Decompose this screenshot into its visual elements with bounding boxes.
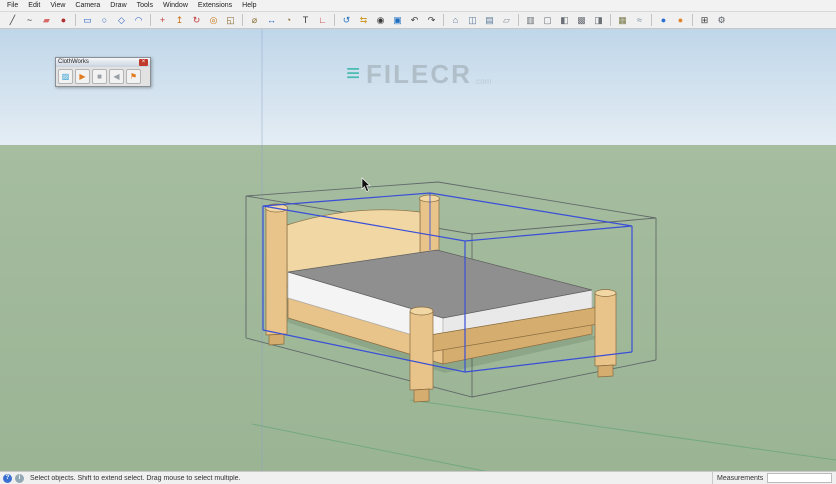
menu-file[interactable]: File xyxy=(2,0,23,11)
measurements-section: Measurements xyxy=(712,472,836,484)
toolbar-separator xyxy=(692,14,693,26)
toolbar-separator xyxy=(150,14,151,26)
shaded-style-icon[interactable]: ◧ xyxy=(557,13,572,27)
filecr-watermark: ≡ FILECR .com xyxy=(346,60,491,88)
freehand-tool-icon[interactable]: ~ xyxy=(22,13,37,27)
filecr-logo-icon: ≡ xyxy=(346,60,361,87)
shadows-toggle-icon[interactable]: ▦ xyxy=(615,13,630,27)
pan-tool-icon[interactable]: ⇆ xyxy=(356,13,371,27)
preferences-gear-icon[interactable]: ⚙ xyxy=(714,13,729,27)
toolbar-separator xyxy=(242,14,243,26)
wireframe-style-icon[interactable]: ▥ xyxy=(523,13,538,27)
measurements-box[interactable] xyxy=(767,473,832,483)
zoom-region-icon[interactable]: ⊞ xyxy=(697,13,712,27)
pin-vertices-button[interactable]: ⚑ xyxy=(126,69,141,84)
menu-view[interactable]: View xyxy=(45,0,70,11)
filecr-logo-suffix: .com xyxy=(473,77,492,86)
viewport[interactable]: ≡ FILECR .com ClothWorks × ▨ ▶ ■ ◀ ⚑ xyxy=(0,28,836,472)
green-axis-line-left xyxy=(251,423,492,472)
model-scene xyxy=(245,28,836,472)
circle-tool-icon[interactable]: ○ xyxy=(97,13,112,27)
previous-view-icon[interactable]: ↶ xyxy=(407,13,422,27)
foot-post-left-cap xyxy=(409,306,434,316)
move-tool-icon[interactable]: + xyxy=(155,13,170,27)
menu-camera[interactable]: Camera xyxy=(70,0,105,11)
polygon-tool-icon[interactable]: ◇ xyxy=(114,13,129,27)
cloth-sphere-orange-icon[interactable]: ● xyxy=(673,13,688,27)
headboard-post-left xyxy=(265,207,288,336)
run-simulation-button[interactable]: ▶ xyxy=(75,69,90,84)
hidden-line-style-icon[interactable]: ▢ xyxy=(540,13,555,27)
clothworks-palette: ClothWorks × ▨ ▶ ■ ◀ ⚑ xyxy=(55,57,151,87)
arc-tool-icon[interactable]: ◠ xyxy=(131,13,146,27)
toolbar-separator xyxy=(651,14,652,26)
foot-post-right-cap xyxy=(594,289,617,297)
menu-bar: File Edit View Camera Draw Tools Window Extensi… xyxy=(0,0,836,12)
headboard-post-left-foot xyxy=(268,333,285,346)
push-pull-tool-icon[interactable]: ↥ xyxy=(172,13,187,27)
foot-post-right-foot xyxy=(597,364,614,378)
fog-toggle-icon[interactable]: ≈ xyxy=(632,13,647,27)
zoom-extents-icon[interactable]: ▣ xyxy=(390,13,405,27)
menu-edit[interactable]: Edit xyxy=(23,0,45,11)
top-view-icon[interactable]: ▤ xyxy=(482,13,497,27)
main-toolbar: ╱ ~ ▰ ● ▭ ○ ◇ ◠ + ↥ ↻ ◎ ◱ ⌀ ↔ ◔ T ∟ ↺ ⇆ ◉ ▣ ↶ ↷ ⌂ ◫ ▤ ▱ ▥ ▢ ◧ ▩ ◨ ▦ ≈ ● ● ⊞ ⚙ xyxy=(0,12,836,29)
clothworks-titlebar[interactable]: ClothWorks × xyxy=(56,58,150,67)
toolbar-separator xyxy=(443,14,444,26)
iso-view-icon[interactable]: ◫ xyxy=(465,13,480,27)
green-axis-line-right xyxy=(409,399,836,461)
status-message: Select objects. Shift to extend select. … xyxy=(30,474,241,482)
menu-tools[interactable]: Tools xyxy=(132,0,158,11)
clothworks-title: ClothWorks xyxy=(58,59,89,65)
scale-tool-icon[interactable]: ◱ xyxy=(223,13,238,27)
eraser-tool-icon[interactable]: ▰ xyxy=(39,13,54,27)
orbit-tool-icon[interactable]: ↺ xyxy=(339,13,354,27)
toolbar-separator xyxy=(610,14,611,26)
info-status-icon[interactable]: i xyxy=(15,473,24,483)
line-tool-icon[interactable]: ╱ xyxy=(5,13,20,27)
foot-post-left-foot xyxy=(413,388,430,403)
text-tool-icon[interactable]: T xyxy=(298,13,313,27)
cloth-tool-button[interactable]: ▨ xyxy=(58,69,73,84)
cloth-sphere-blue-icon[interactable]: ● xyxy=(656,13,671,27)
step-back-button[interactable]: ◀ xyxy=(109,69,124,84)
zoom-tool-icon[interactable]: ◉ xyxy=(373,13,388,27)
axes-tool-icon[interactable]: ∟ xyxy=(315,13,330,27)
foot-post-left xyxy=(409,310,434,391)
clothworks-button-row: ▨ ▶ ■ ◀ ⚑ xyxy=(56,67,150,86)
mouse-cursor xyxy=(361,177,371,192)
rectangle-tool-icon[interactable]: ▭ xyxy=(80,13,95,27)
tape-measure-icon[interactable]: ⌀ xyxy=(247,13,262,27)
paint-bucket-icon[interactable]: ● xyxy=(56,13,71,27)
measurements-label: Measurements xyxy=(717,474,764,482)
rotate-tool-icon[interactable]: ↻ xyxy=(189,13,204,27)
monochrome-style-icon[interactable]: ◨ xyxy=(591,13,606,27)
menu-help[interactable]: Help xyxy=(237,0,261,11)
menu-window[interactable]: Window xyxy=(158,0,193,11)
toolbar-separator xyxy=(334,14,335,26)
menu-draw[interactable]: Draw xyxy=(105,0,131,11)
section-plane-icon[interactable]: ▱ xyxy=(499,13,514,27)
offset-tool-icon[interactable]: ◎ xyxy=(206,13,221,27)
menu-extensions[interactable]: Extensions xyxy=(193,0,237,11)
status-icons: ? i xyxy=(0,473,24,483)
front-view-icon[interactable]: ⌂ xyxy=(448,13,463,27)
status-bar: ? i Select objects. Shift to extend selec… xyxy=(0,471,836,484)
protractor-tool-icon[interactable]: ◔ xyxy=(281,13,296,27)
toolbar-separator xyxy=(75,14,76,26)
textured-style-icon[interactable]: ▩ xyxy=(574,13,589,27)
stop-simulation-button[interactable]: ■ xyxy=(92,69,107,84)
filecr-logo-text: FILECR xyxy=(366,59,472,89)
help-status-icon[interactable]: ? xyxy=(3,473,12,483)
clothworks-close-button[interactable]: × xyxy=(139,59,148,66)
dimension-tool-icon[interactable]: ↔ xyxy=(264,13,279,27)
next-view-icon[interactable]: ↷ xyxy=(424,13,439,27)
toolbar-separator xyxy=(518,14,519,26)
